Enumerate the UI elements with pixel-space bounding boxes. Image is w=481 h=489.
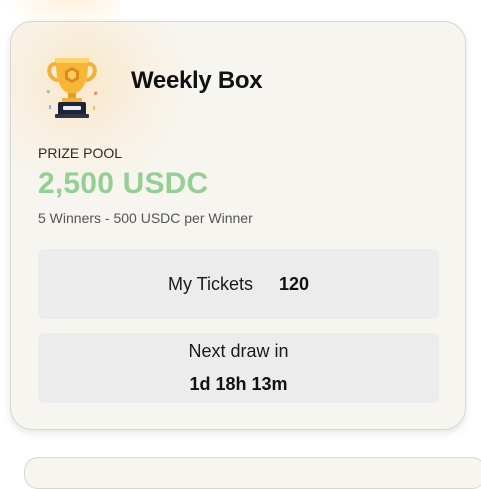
prize-pool-amount: 2,500 USDC (38, 167, 209, 200)
my-tickets-label: My Tickets (167, 273, 253, 294)
prize-pool-label: PRIZE POOL (38, 145, 123, 161)
next-draw-countdown: 1d 18h 13m (189, 374, 288, 394)
next-draw-label: Next draw in (188, 341, 289, 361)
weekly-box-card: Weekly Box PRIZE POOL 2,500 USDC 5 Winne… (10, 21, 466, 430)
trophy-icon (41, 50, 103, 120)
card-title: Weekly Box (131, 67, 263, 94)
prize-pool-details: 5 Winners - 500 USDC per Winner (38, 210, 253, 226)
my-tickets-panel: My Tickets 120 (38, 249, 439, 319)
my-tickets-count: 120 (278, 273, 310, 294)
next-draw-panel: Next draw in 1d 18h 13m (38, 333, 439, 403)
next-card-partial (24, 457, 481, 489)
